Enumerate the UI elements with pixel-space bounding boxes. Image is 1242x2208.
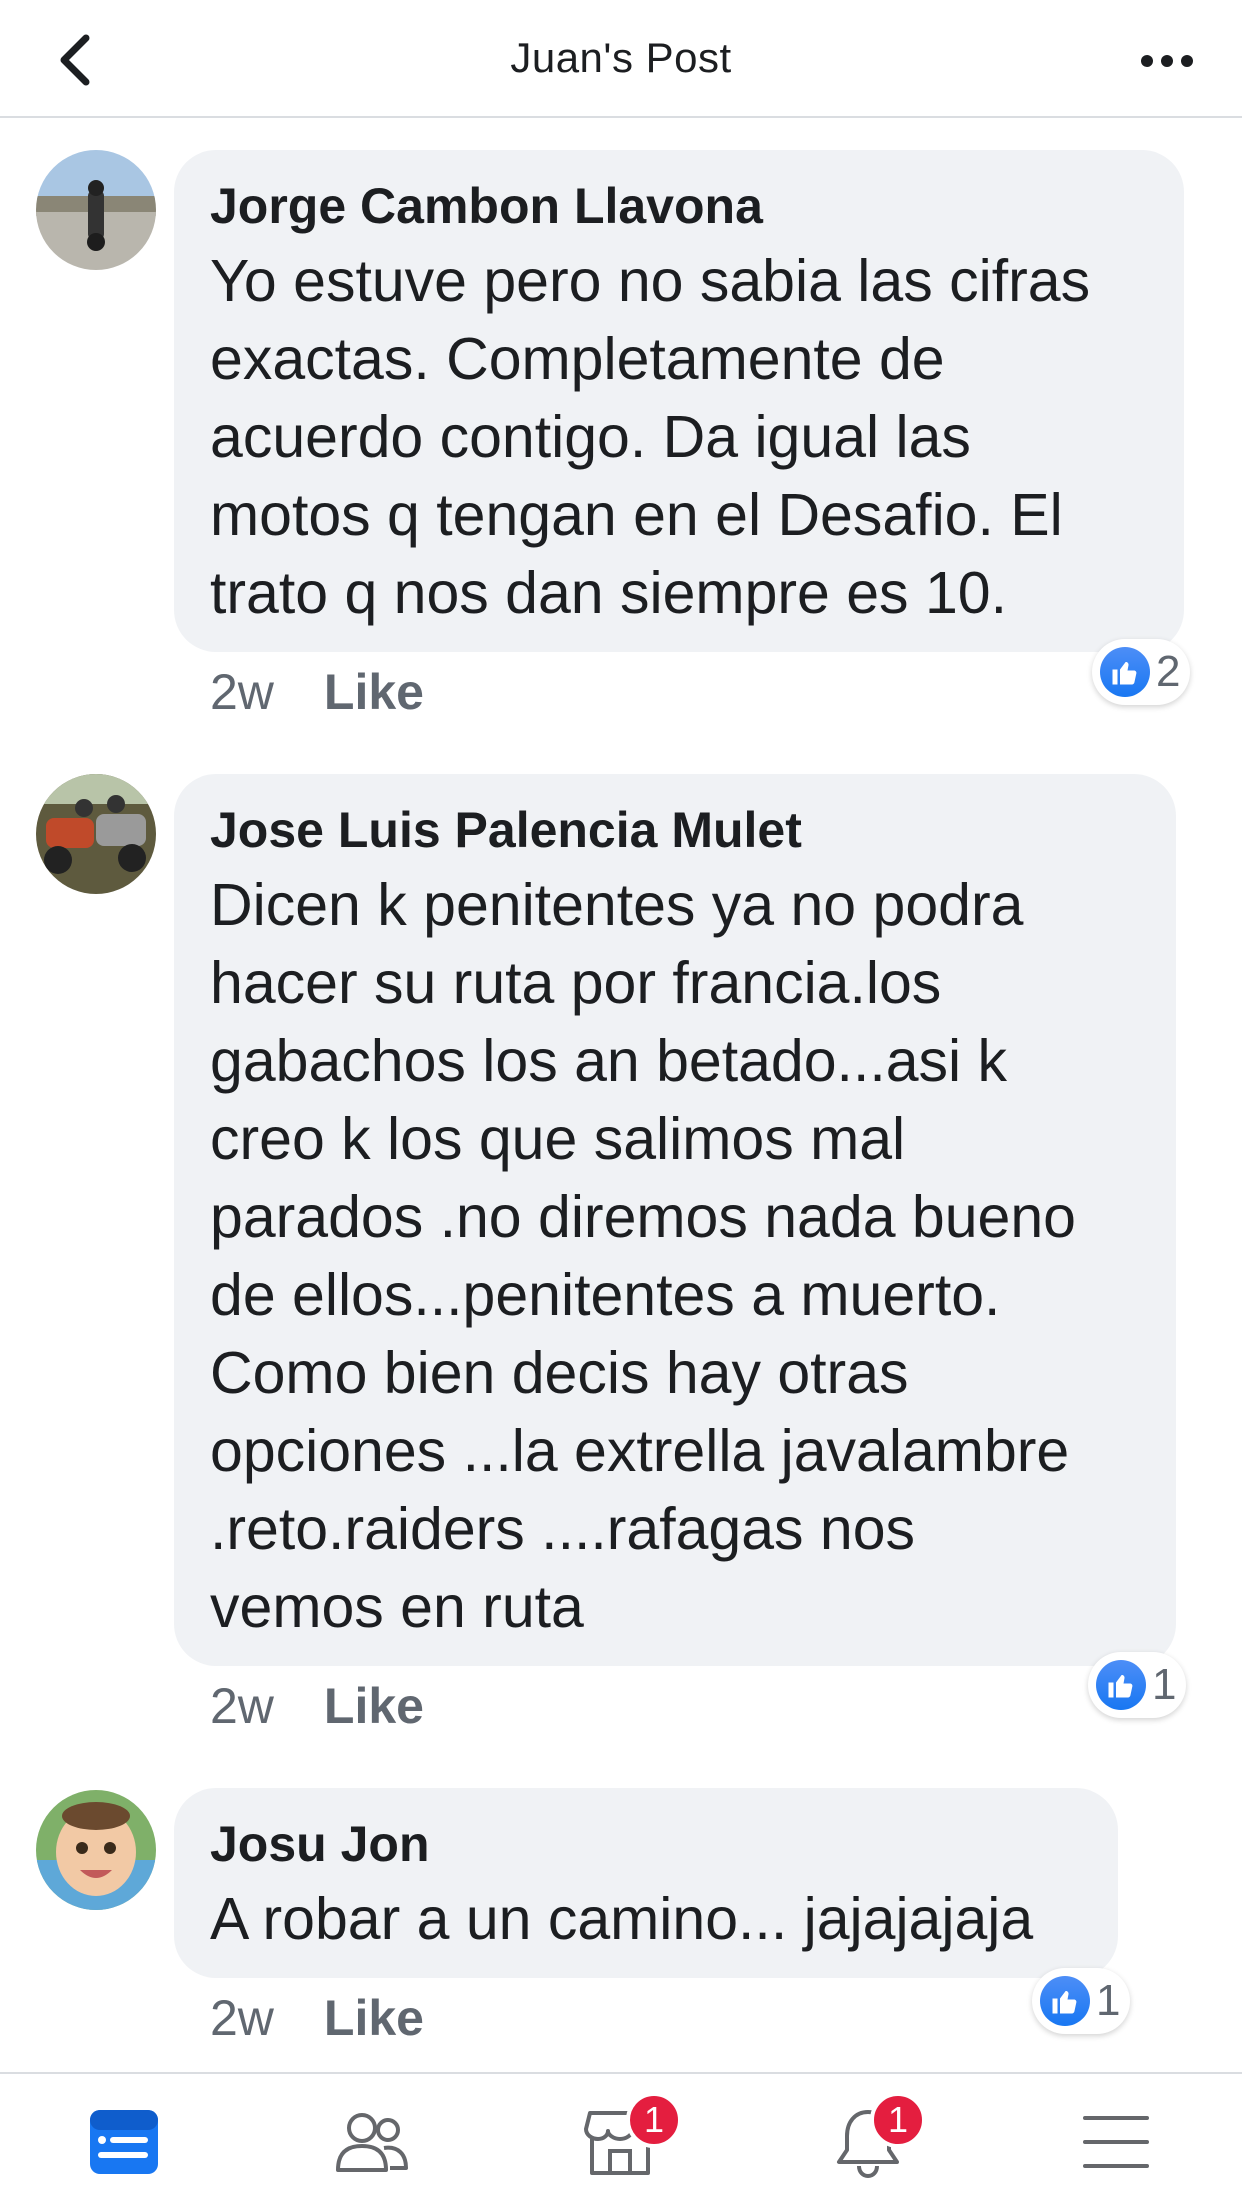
comment-bubble[interactable]: Jorge Cambon Llavona Yo estuve pero no s… (174, 150, 1184, 652)
marketplace-badge: 1 (626, 2092, 682, 2148)
tab-groups[interactable] (248, 2074, 496, 2208)
more-horizontal-icon (1141, 55, 1193, 67)
avatar[interactable] (36, 150, 156, 270)
comment-line: opciones ...la extrella javalambre (210, 1418, 1070, 1484)
avatar-photo-baby (36, 1790, 156, 1910)
tab-menu[interactable] (992, 2074, 1240, 2208)
comment-text: A robar a un camino... jajajajaja (210, 1880, 1082, 1958)
news-feed-icon (90, 2110, 158, 2174)
comment-author[interactable]: Jorge Cambon Llavona (210, 176, 1148, 236)
comment-meta: 2w Like (210, 662, 424, 722)
comment-line: .reto.raiders ....rafagas nos (210, 1496, 916, 1562)
comment-bubble[interactable]: Jose Luis Palencia Mulet Dicen k peniten… (174, 774, 1176, 1666)
reaction-count[interactable]: 2 (1092, 639, 1191, 705)
comment-time[interactable]: 2w (210, 1989, 274, 2047)
comment-line: exactas. Completamente de (210, 326, 945, 392)
comment-line: A robar a un camino... jajajajaja (210, 1886, 1034, 1952)
post-comments-screen: Juan's Post Jorge Cambon Llavona Yo estu… (0, 0, 1242, 2208)
like-button[interactable]: Like (324, 663, 424, 721)
avatar[interactable] (36, 774, 156, 894)
hamburger-menu-icon (1083, 2116, 1149, 2168)
comment-meta: 2w Like (210, 1988, 424, 2048)
comment-line: hacer su ruta por francia.los (210, 950, 942, 1016)
comment-line: Yo estuve pero no sabia las cifras (210, 248, 1091, 314)
like-button[interactable]: Like (324, 1989, 424, 2047)
comment-text: Yo estuve pero no sabia las cifras exact… (210, 242, 1148, 632)
comment-meta: 2w Like (210, 1676, 424, 1736)
comment-line: Dicen k penitentes ya no podra (210, 872, 1024, 938)
like-reaction-icon (1100, 647, 1150, 697)
comment-line: motos q tengan en el Desafio. El (210, 482, 1063, 548)
comment-line: acuerdo contigo. Da igual las (210, 404, 971, 470)
comment-line: parados .no diremos nada bueno (210, 1184, 1076, 1250)
bottom-tab-bar: 1 1 (0, 2072, 1242, 2208)
like-button[interactable]: Like (324, 1677, 424, 1735)
groups-icon (336, 2113, 408, 2172)
more-options-button[interactable] (1132, 36, 1202, 86)
comment-bubble[interactable]: Josu Jon A robar a un camino... jajajaja… (174, 1788, 1118, 1978)
avatar[interactable] (36, 1790, 156, 1910)
page-title: Juan's Post (510, 34, 732, 81)
reaction-count[interactable]: 1 (1088, 1652, 1187, 1718)
comment-line: creo k los que salimos mal (210, 1106, 906, 1172)
comment-author[interactable]: Jose Luis Palencia Mulet (210, 800, 1140, 860)
like-reaction-icon (1040, 1976, 1090, 2026)
comment-line: Como bien decis hay otras (210, 1340, 909, 1406)
like-reaction-icon (1096, 1660, 1146, 1710)
reaction-count[interactable]: 1 (1032, 1968, 1131, 2034)
comment-line: trato q nos dan siempre es 10. (210, 560, 1007, 626)
tab-notifications[interactable]: 1 (744, 2074, 992, 2208)
reaction-count-value: 1 (1152, 1660, 1177, 1709)
comment-line: vemos en ruta (210, 1574, 584, 1640)
tab-marketplace[interactable]: 1 (496, 2074, 744, 2208)
comment-time[interactable]: 2w (210, 1677, 274, 1735)
tab-news-feed[interactable] (0, 2074, 248, 2208)
comment-time[interactable]: 2w (210, 663, 274, 721)
comment-line: de ellos...penitentes a muerto. (210, 1262, 1001, 1328)
notifications-badge: 1 (870, 2092, 926, 2148)
comment-text: Dicen k penitentes ya no podra hacer su … (210, 866, 1140, 1646)
reaction-count-value: 1 (1096, 1976, 1121, 2025)
avatar-photo-motorcycles-group (36, 774, 156, 894)
reaction-count-value: 2 (1156, 647, 1181, 696)
comment-line: gabachos los an betado...asi k (210, 1028, 1008, 1094)
top-nav-bar: Juan's Post (0, 0, 1242, 118)
avatar-photo-motorcycle-road (36, 150, 156, 270)
comment-author[interactable]: Josu Jon (210, 1814, 1082, 1874)
